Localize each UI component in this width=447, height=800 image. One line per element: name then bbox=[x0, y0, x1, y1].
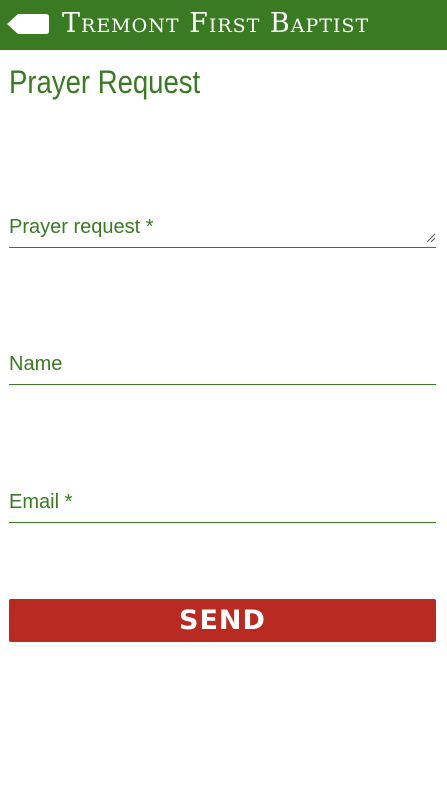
email-label: Email * bbox=[9, 491, 73, 513]
page-title: Prayer Request bbox=[9, 64, 201, 100]
email-field[interactable]: Email * bbox=[9, 478, 436, 523]
prayer-request-label: Prayer request * bbox=[9, 216, 154, 238]
app-header: Tremont First Baptist bbox=[0, 0, 447, 50]
app-screen: Tremont First Baptist Prayer Request Pra… bbox=[0, 0, 447, 800]
name-label: Name bbox=[9, 353, 63, 375]
back-button[interactable] bbox=[6, 13, 50, 35]
resize-handle-icon[interactable] bbox=[426, 233, 436, 243]
name-field[interactable]: Name bbox=[9, 340, 436, 385]
header-title: Tremont First Baptist bbox=[62, 8, 370, 39]
send-button[interactable]: SEND bbox=[9, 599, 436, 642]
prayer-request-field[interactable]: Prayer request * bbox=[9, 200, 436, 248]
back-arrow-icon bbox=[7, 14, 49, 34]
